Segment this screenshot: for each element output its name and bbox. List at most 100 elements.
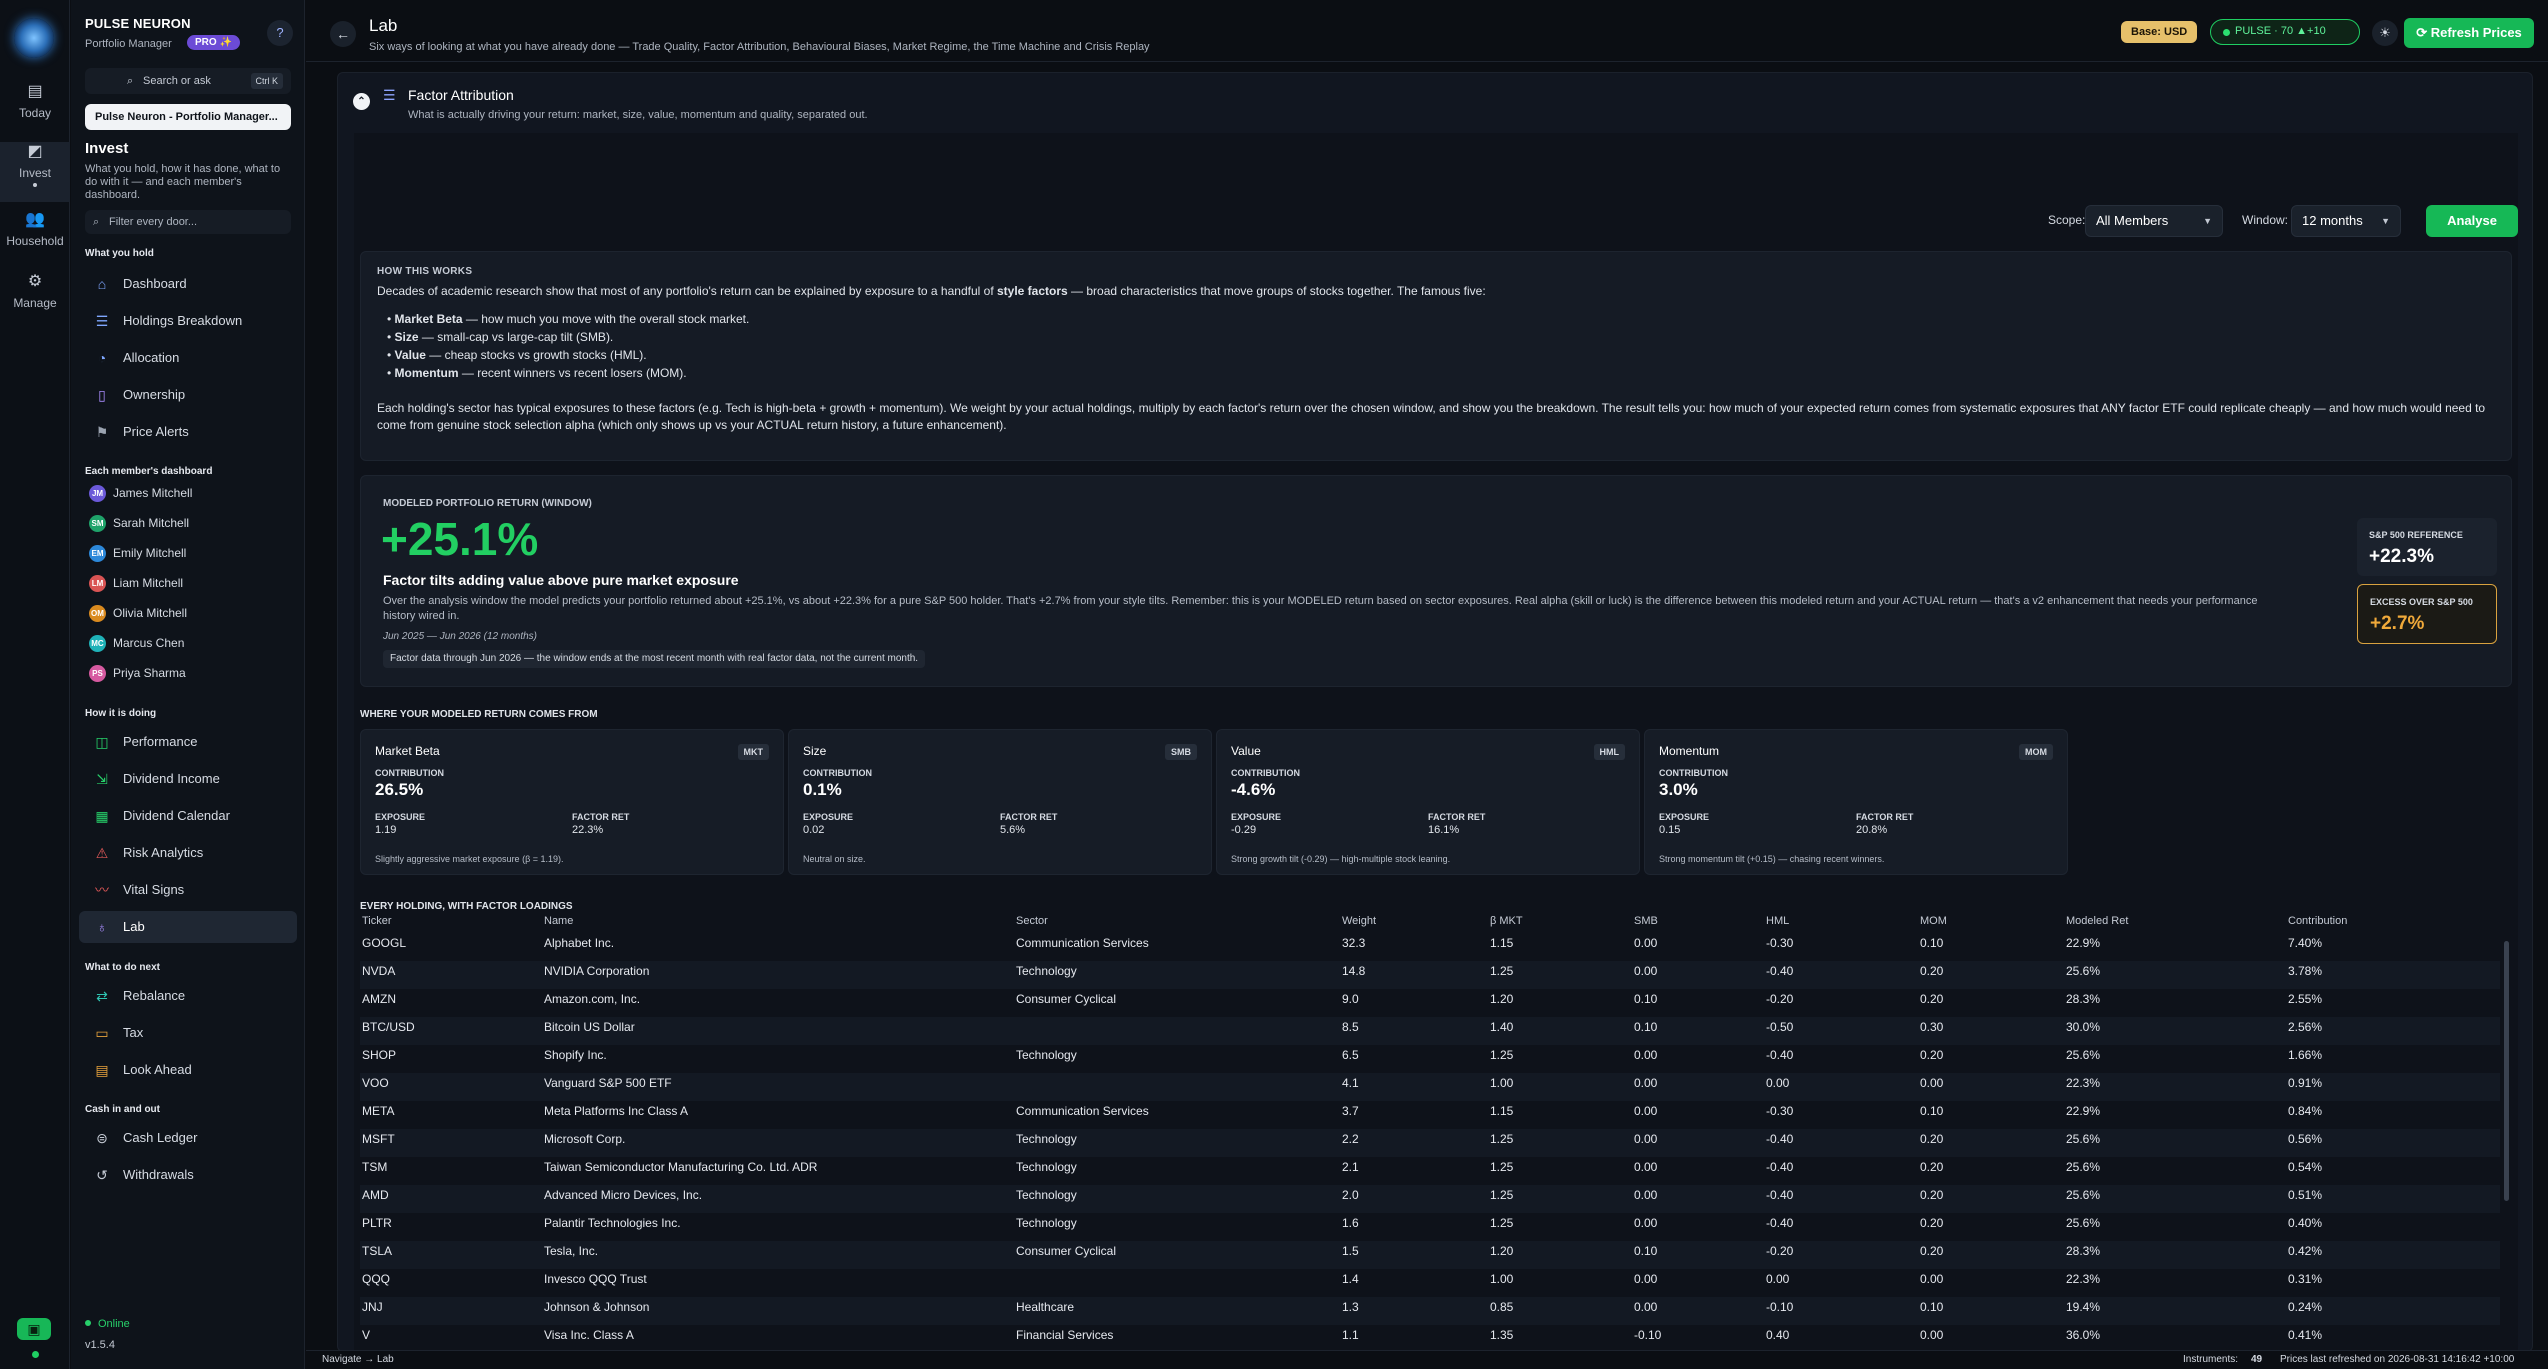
nav-holdings-breakdown[interactable]: ☰ Holdings Breakdown <box>79 305 297 337</box>
modeled-return-box: MODELED PORTFOLIO RETURN (WINDOW) +25.1%… <box>360 475 2512 687</box>
table-row[interactable]: AMZN Amazon.com, Inc. Consumer Cyclical 9.0… <box>360 989 2500 1017</box>
nav-vital-signs[interactable]: 〰 Vital Signs <box>79 874 297 906</box>
nav-performance[interactable]: ◫ Performance <box>79 726 297 758</box>
table-cell: SHOP <box>362 1048 397 1062</box>
table-row[interactable]: V Visa Inc. Class A Financial Services 1.1 1… <box>360 1325 2500 1351</box>
nav-risk-analytics[interactable]: ⚠ Risk Analytics <box>79 837 297 869</box>
column-header[interactable]: Contribution <box>2288 915 2347 927</box>
table-row[interactable]: QQQ Invesco QQQ Trust 1.4 1.00 0.00 0.00 0.00 2… <box>360 1269 2500 1297</box>
column-header[interactable]: Sector <box>1016 915 1048 927</box>
nav-allocation[interactable]: ◔ Allocation <box>79 342 297 374</box>
group-how-it-is-doing: How it is doing <box>85 708 157 719</box>
nav-label: Dividend Income <box>123 771 220 786</box>
column-header[interactable]: MOM <box>1920 915 1947 927</box>
table-cell: 0.40 <box>1766 1328 1790 1342</box>
rail-household[interactable]: 👥 Household <box>0 210 70 270</box>
table-cell: 0.00 <box>1634 1132 1658 1146</box>
excess-label: EXCESS OVER S&P 500 <box>2370 597 2473 607</box>
theme-toggle-sun-icon[interactable]: ☀ <box>2372 20 2398 46</box>
table-row[interactable]: TSLA Tesla, Inc. Consumer Cyclical 1.5 1.20 0… <box>360 1241 2500 1269</box>
chat-icon[interactable]: ▣ <box>17 1318 51 1340</box>
modeled-value: +25.1% <box>381 513 539 565</box>
nav-price-alerts[interactable]: ⚑ Price Alerts <box>79 416 297 448</box>
table-cell: 0.20 <box>1920 1132 1944 1146</box>
nav-label: Lab <box>123 919 145 934</box>
table-row[interactable]: JNJ Johnson & Johnson Healthcare 1.3 0.85 0.0… <box>360 1297 2500 1325</box>
window-select[interactable]: 12 months ▼ <box>2291 205 2401 237</box>
table-row[interactable]: NVDA NVIDIA Corporation Technology 14.8 1.25… <box>360 961 2500 989</box>
column-header[interactable]: Ticker <box>362 915 392 927</box>
collapse-chevron-up-icon[interactable]: ⌃ <box>353 93 370 110</box>
contribution-label: CONTRIBUTION <box>803 768 872 778</box>
list-item: Size — small-cap vs large-cap tilt (SMB)… <box>377 328 2495 346</box>
pulse-score-badge[interactable]: PULSE · 70 ▲+10 <box>2210 19 2360 45</box>
bullet-text: — cheap stocks vs growth stocks (HML). <box>425 348 647 362</box>
table-row[interactable]: TSM Taiwan Semiconductor Manufacturing Co… <box>360 1157 2500 1185</box>
table-cell: -0.40 <box>1766 1188 1794 1202</box>
avatar: PS <box>89 665 106 682</box>
nav-tax[interactable]: ▭ Tax <box>79 1017 297 1049</box>
nav-ownership[interactable]: ▯ Ownership <box>79 379 297 411</box>
account-selector[interactable]: Pulse Neuron - Portfolio Manager... <box>85 104 291 130</box>
filter-input[interactable]: ⌕ Filter every door... <box>85 210 291 234</box>
table-cell: Alphabet Inc. <box>544 937 615 950</box>
back-button[interactable]: ← <box>330 21 356 47</box>
column-header[interactable]: β MKT <box>1490 915 1523 927</box>
refresh-prices-button[interactable]: ⟳ Refresh Prices <box>2404 18 2534 48</box>
search-button[interactable]: ⌕ Search or ask Ctrl K <box>85 68 291 94</box>
column-header[interactable]: Modeled Ret <box>2066 915 2128 927</box>
receipt-icon: ▭ <box>95 1025 109 1041</box>
table-cell: -0.40 <box>1766 1048 1794 1062</box>
table-row[interactable]: GOOGL Alphabet Inc. Communication Services… <box>360 937 2500 961</box>
nav-look-ahead[interactable]: ▤ Look Ahead <box>79 1054 297 1086</box>
column-header[interactable]: SMB <box>1634 915 1658 927</box>
list-icon: ☰ <box>95 313 109 329</box>
column-header[interactable]: HML <box>1766 915 1789 927</box>
member-name: Marcus Chen <box>113 636 185 650</box>
member-marcus[interactable]: MC Marcus Chen <box>89 632 184 654</box>
member-liam[interactable]: LM Liam Mitchell <box>89 572 183 594</box>
analyse-button[interactable]: Analyse <box>2426 205 2518 237</box>
base-currency-badge[interactable]: Base: USD <box>2121 21 2198 43</box>
sp500-reference-box: S&P 500 REFERENCE +22.3% <box>2357 518 2497 576</box>
nav-dividend-income[interactable]: ⇲ Dividend Income <box>79 763 297 795</box>
factor-tag: SMB <box>1165 744 1197 760</box>
table-row[interactable]: MSFT Microsoft Corp. Technology 2.2 1.25 0.00… <box>360 1129 2500 1157</box>
table-cell: 0.10 <box>1634 1244 1658 1258</box>
table-scrollbar[interactable] <box>2504 941 2509 1201</box>
member-priya[interactable]: PS Priya Sharma <box>89 662 186 684</box>
table-row[interactable]: PLTR Palantir Technologies Inc. Technology… <box>360 1213 2500 1241</box>
table-row[interactable]: BTC/USD Bitcoin US Dollar 8.5 1.40 0.10 -0.50… <box>360 1017 2500 1045</box>
nav-dividend-calendar[interactable]: ▦ Dividend Calendar <box>79 800 297 832</box>
pulse-neuron-logo[interactable] <box>14 18 54 58</box>
column-header[interactable]: Weight <box>1342 915 1376 927</box>
table-cell: 1.35 <box>1490 1328 1514 1342</box>
member-james[interactable]: JM James Mitchell <box>89 482 192 504</box>
member-olivia[interactable]: OM Olivia Mitchell <box>89 602 187 624</box>
scope-select[interactable]: All Members ▼ <box>2085 205 2223 237</box>
member-emily[interactable]: EM Emily Mitchell <box>89 542 186 564</box>
column-header[interactable]: Name <box>544 915 573 927</box>
rail-invest[interactable]: ◩ Invest <box>0 142 70 202</box>
pulse-icon: 〰 <box>95 882 109 898</box>
nav-label: Dividend Calendar <box>123 808 230 823</box>
table-row[interactable]: SHOP Shopify Inc. Technology 6.5 1.25 0.00 -0.… <box>360 1045 2500 1073</box>
nav-withdrawals[interactable]: ↺ Withdrawals <box>79 1159 297 1191</box>
table-row[interactable]: META Meta Platforms Inc Class A Communicat… <box>360 1101 2500 1129</box>
factor-ret-value: 20.8% <box>1856 824 1888 836</box>
rail-manage[interactable]: ⚙ Manage <box>0 272 70 332</box>
nav-cash-ledger[interactable]: ⊜ Cash Ledger <box>79 1122 297 1154</box>
nav-rebalance[interactable]: ⇄ Rebalance <box>79 980 297 1012</box>
table-cell: 25.6% <box>2066 964 2101 978</box>
nav-lab[interactable]: ♁ Lab <box>79 911 297 943</box>
nav-dashboard[interactable]: ⌂ Dashboard <box>79 268 297 300</box>
member-sarah[interactable]: SM Sarah Mitchell <box>89 512 189 534</box>
table-cell: 1.25 <box>1490 1048 1514 1062</box>
contribution-label: CONTRIBUTION <box>1659 768 1728 778</box>
table-row[interactable]: AMD Advanced Micro Devices, Inc. Technolog… <box>360 1185 2500 1213</box>
table-row[interactable]: VOO Vanguard S&P 500 ETF 4.1 1.00 0.00 0.00 0.… <box>360 1073 2500 1101</box>
table-cell: 0.20 <box>1920 964 1944 978</box>
rail-today[interactable]: ▤ Today <box>0 82 70 142</box>
help-button[interactable]: ? <box>267 20 293 46</box>
factor-tag: MKT <box>737 744 769 760</box>
